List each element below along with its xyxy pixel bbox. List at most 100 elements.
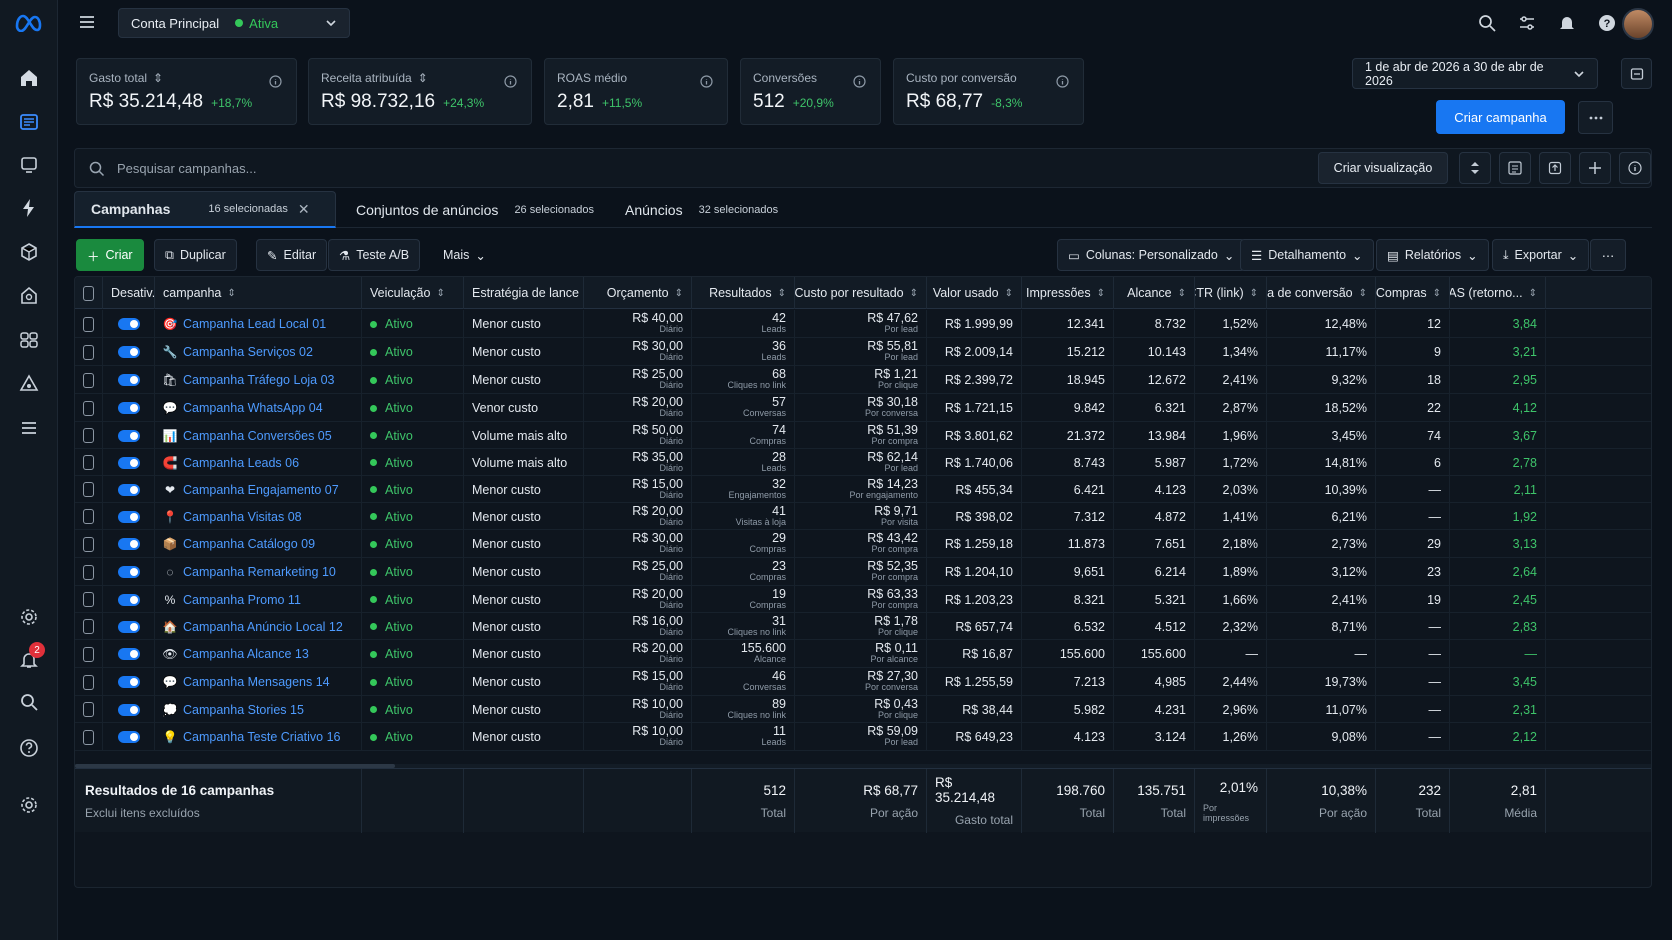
sort-icon[interactable]: ⇕: [778, 288, 786, 299]
home-icon[interactable]: [17, 66, 41, 90]
campaign-name-link[interactable]: Campanha Conversões 05: [183, 429, 332, 443]
checkbox[interactable]: [83, 285, 94, 301]
campaign-name-link[interactable]: Campanha Leads 06: [183, 456, 299, 470]
table-row[interactable]: 🧲 Campanha Leads 06 Ativo Volume mais alto R…: [75, 449, 1651, 476]
info-icon[interactable]: [700, 75, 713, 88]
sort-order-button[interactable]: [1459, 152, 1491, 184]
row-checkbox[interactable]: [83, 674, 94, 690]
on-off-toggle[interactable]: [117, 620, 140, 633]
row-checkbox[interactable]: [83, 619, 94, 634]
table-row[interactable]: 👁 Campanha Alcance 13 Ativo Menor custo R$ 2…: [75, 640, 1651, 668]
reports-button[interactable]: ▤ Relatórios ⌄: [1376, 239, 1489, 271]
sort-icon[interactable]: ⇕: [1005, 288, 1013, 299]
audience-icon[interactable]: [17, 328, 41, 352]
row-checkbox[interactable]: [83, 509, 94, 524]
lightning-icon[interactable]: [17, 196, 41, 220]
col-amount-spent[interactable]: Valor usado ⇕: [927, 277, 1022, 309]
on-off-toggle[interactable]: [117, 703, 140, 716]
close-icon[interactable]: ✕: [298, 201, 310, 218]
sort-icon[interactable]: ⇕: [1359, 288, 1367, 299]
campaign-name-link[interactable]: Campanha Remarketing 10: [183, 565, 336, 579]
sort-icon[interactable]: ⇕: [227, 288, 235, 299]
sort-icon[interactable]: ⇕: [436, 288, 444, 299]
col-cost-per-result[interactable]: Custo por resultado ⇕: [795, 277, 927, 309]
edit-button[interactable]: ✎ Editar: [256, 239, 328, 271]
info-icon[interactable]: [504, 75, 517, 88]
table-row[interactable]: ◌ Campanha Remarketing 10 Ativo Menor custo…: [75, 558, 1651, 586]
campaign-name-link[interactable]: Campanha Visitas 08: [183, 510, 302, 524]
col-roas[interactable]: ROAS (retorno... ⇕: [1450, 277, 1546, 309]
on-off-toggle[interactable]: [117, 731, 140, 743]
table-row[interactable]: 🎯 Campanha Lead Local 01 Ativo Menor custo R…: [75, 310, 1651, 338]
campaign-name-link[interactable]: Campanha Alcance 13: [183, 647, 309, 661]
help-icon[interactable]: [17, 736, 41, 760]
on-off-toggle[interactable]: [117, 566, 140, 578]
table-row[interactable]: 🔧 Campanha Serviços 02 Ativo Menor custo R$ …: [75, 338, 1651, 366]
sort-icon[interactable]: ⇕: [910, 288, 918, 299]
table-row[interactable]: 🛍 Campanha Tráfego Loja 03 Ativo Menor cust…: [75, 366, 1651, 394]
more-button[interactable]: Mais ⌄: [432, 239, 497, 271]
row-checkbox[interactable]: [83, 646, 94, 662]
sort-icon[interactable]: ⇕: [1529, 288, 1537, 299]
campaign-name-link[interactable]: Campanha Engajamento 07: [183, 483, 339, 497]
col-campaign[interactable]: campanha ⇕: [155, 277, 362, 309]
on-off-toggle[interactable]: [117, 318, 140, 330]
col-conversion-rate[interactable]: Taxa de conversão ⇕: [1267, 277, 1376, 309]
list-icon[interactable]: [17, 416, 41, 440]
table-row[interactable]: 💬 Campanha WhatsApp 04 Ativo Venor custo R$ …: [75, 394, 1651, 422]
col-budget[interactable]: Orçamento ⇕: [584, 277, 692, 309]
row-checkbox[interactable]: [83, 316, 94, 332]
table-row[interactable]: 💡 Campanha Teste Criativo 16 Ativo Menor cu…: [75, 723, 1651, 751]
col-bid-strategy[interactable]: Estratégia de lance⇕: [464, 277, 584, 309]
row-checkbox[interactable]: [83, 455, 94, 470]
col-delivery[interactable]: Veiculação ⇕: [362, 277, 464, 309]
on-off-toggle[interactable]: [117, 374, 140, 386]
row-checkbox[interactable]: [83, 729, 94, 745]
info-icon[interactable]: [853, 75, 866, 88]
notifications-bell-icon[interactable]: 2: [17, 642, 45, 672]
account-selector[interactable]: Conta Principal Ativa: [118, 8, 350, 38]
preferences-gear-icon[interactable]: [17, 793, 41, 817]
campaign-name-link[interactable]: Campanha Lead Local 01: [183, 317, 326, 331]
campaign-name-link[interactable]: Campanha Mensagens 14: [183, 675, 330, 689]
avatar[interactable]: [1622, 8, 1654, 40]
on-off-toggle[interactable]: [117, 346, 140, 358]
row-checkbox[interactable]: [83, 536, 94, 552]
campaign-name-link[interactable]: Campanha Promo 11: [183, 593, 301, 607]
campaign-name-link[interactable]: Campanha WhatsApp 04: [183, 401, 323, 415]
table-row[interactable]: 💬 Campanha Mensagens 14 Ativo Menor custo R$…: [75, 668, 1651, 696]
breakdown-button[interactable]: ☰ Detalhamento ⌄: [1240, 239, 1374, 271]
search-input[interactable]: Pesquisar campanhas...: [117, 161, 256, 176]
sort-icon[interactable]: ⇕: [675, 288, 683, 299]
table-row[interactable]: 📦 Campanha Catálogo 09 Ativo Menor custo R$ …: [75, 530, 1651, 558]
row-checkbox[interactable]: [83, 702, 94, 717]
select-all-checkbox[interactable]: [75, 277, 103, 309]
help-icon[interactable]: ?: [1598, 14, 1616, 32]
tab-campaigns[interactable]: Campanhas 16 selecionadas ✕: [74, 191, 336, 228]
table-row[interactable]: 📊 Campanha Conversões 05 Ativo Volume mais …: [75, 422, 1651, 449]
row-checkbox[interactable]: [83, 564, 94, 580]
col-impressions[interactable]: Impressões ⇕: [1022, 277, 1114, 309]
on-off-toggle[interactable]: [117, 402, 140, 414]
add-icon[interactable]: [1579, 152, 1611, 184]
create-button[interactable]: ＋ Criar: [76, 239, 144, 271]
table-row[interactable]: % Campanha Promo 11 Ativo Menor custo R$ 20,…: [75, 586, 1651, 613]
row-checkbox[interactable]: [83, 482, 94, 497]
info-icon[interactable]: [1056, 75, 1069, 88]
table-row[interactable]: 🏠 Campanha Anúncio Local 12 Ativo Menor cus…: [75, 613, 1651, 640]
campaigns-table-icon[interactable]: [17, 110, 41, 134]
table-row[interactable]: 💭 Campanha Stories 15 Ativo Menor custo R$ 1…: [75, 696, 1651, 723]
sort-icon[interactable]: ⇕: [1433, 288, 1441, 299]
col-ctr[interactable]: CTR (link) ⇕: [1195, 277, 1267, 309]
filters-sliders-icon[interactable]: [1518, 14, 1536, 32]
monitor-icon[interactable]: [17, 153, 41, 177]
ab-test-button[interactable]: ⚗ Teste A/B: [328, 239, 421, 271]
sort-icon[interactable]: ⇕: [1097, 288, 1105, 299]
create-view-button[interactable]: Criar visualização: [1318, 152, 1448, 184]
campaign-name-link[interactable]: Campanha Anúncio Local 12: [183, 620, 343, 634]
row-checkbox[interactable]: [83, 400, 94, 416]
col-reach[interactable]: Alcance ⇕: [1114, 277, 1195, 309]
info-icon[interactable]: [269, 75, 282, 88]
col-purchases[interactable]: Compras ⇕: [1376, 277, 1450, 309]
campaign-name-link[interactable]: Campanha Tráfego Loja 03: [183, 373, 335, 387]
